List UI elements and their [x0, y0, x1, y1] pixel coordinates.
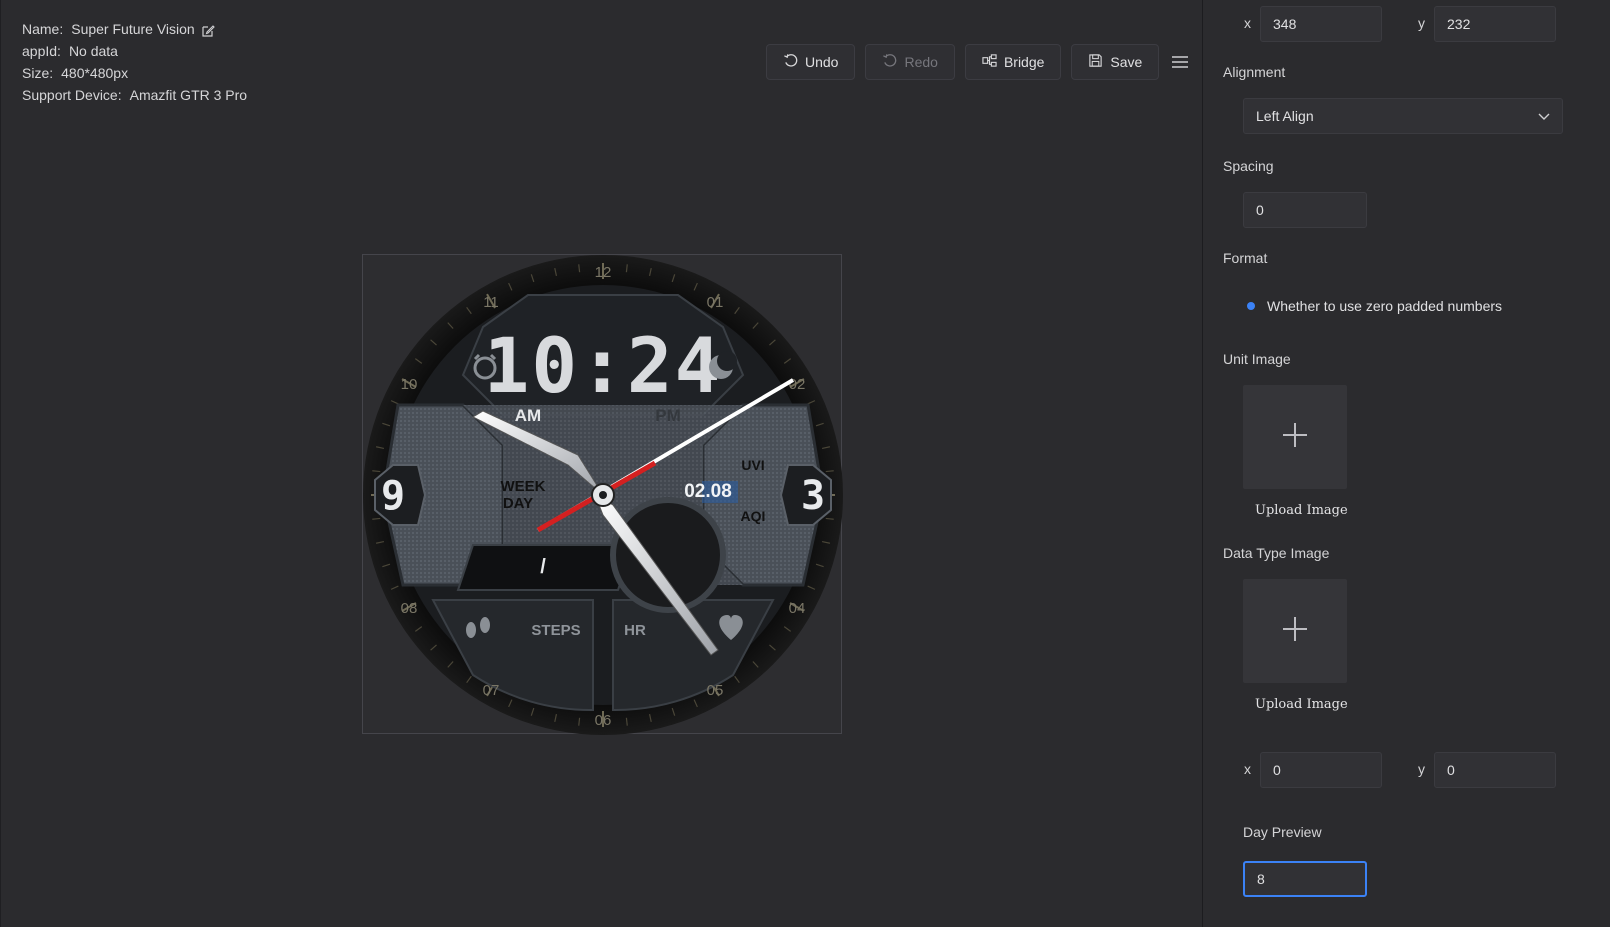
bridge-icon: [982, 53, 997, 71]
device-row: Support Device: Amazfit GTR 3 Pro: [22, 84, 247, 106]
hand-pivot-center: [599, 491, 607, 499]
appid-label: appId:: [22, 43, 61, 59]
bezel-number: 10: [401, 376, 418, 393]
chevron-down-icon: [1538, 108, 1550, 124]
size-row: Size: 480*480px: [22, 62, 247, 84]
unit-image-label: Unit Image: [1223, 351, 1291, 367]
bezel-tick: [578, 264, 581, 273]
plus-icon: [1282, 422, 1308, 453]
editor-main: Name: Super Future Vision appId: No data…: [0, 0, 1202, 927]
digital-time: 10:24: [484, 321, 723, 410]
watchface-canvas[interactable]: 10:24 AM PM WEEK DAY 02.08 UVI AQI / STE…: [362, 254, 843, 735]
x-input[interactable]: 348: [1260, 6, 1382, 42]
bezel-tick: [825, 517, 834, 520]
y-label: y: [1418, 15, 1425, 31]
radio-selected-icon: [1247, 302, 1255, 310]
appid-row: appId: No data: [22, 40, 247, 62]
unit-image-upload[interactable]: [1243, 385, 1347, 489]
device-value: Amazfit GTR 3 Pro: [129, 87, 248, 103]
zero-padded-label: Whether to use zero padded numbers: [1267, 298, 1503, 314]
bezel-number: 08: [401, 600, 418, 617]
project-name: Super Future Vision: [71, 21, 195, 37]
y-input[interactable]: 232: [1434, 6, 1556, 42]
save-icon: [1088, 53, 1103, 71]
bezel-number: 04: [789, 600, 806, 617]
right-numeral: 3: [801, 473, 825, 519]
x2-value: 0: [1273, 762, 1281, 778]
edit-icon[interactable]: [201, 22, 215, 37]
steps-label: STEPS: [531, 622, 580, 639]
redo-icon: [882, 53, 897, 71]
menu-icon[interactable]: [1169, 51, 1191, 73]
redo-label: Redo: [904, 54, 938, 70]
project-info: Name: Super Future Vision appId: No data…: [22, 18, 247, 106]
bezel-number: 07: [483, 682, 500, 699]
format-label: Format: [1223, 250, 1268, 266]
redo-button[interactable]: Redo: [865, 44, 955, 80]
data-type-image-upload[interactable]: [1243, 579, 1347, 683]
size-label: Size:: [22, 65, 54, 81]
day-preview-input[interactable]: 8: [1243, 861, 1367, 897]
x2-label: x: [1244, 761, 1251, 777]
bezel-tick: [372, 517, 381, 520]
spacing-input[interactable]: 0: [1243, 192, 1367, 228]
bezel-tick: [372, 470, 381, 473]
x-value: 348: [1273, 16, 1297, 32]
uvi-label: UVI: [741, 457, 764, 473]
left-numeral: 9: [381, 473, 405, 519]
project-name-row: Name: Super Future Vision: [22, 18, 247, 40]
bezel-number: 05: [707, 682, 724, 699]
zero-padded-option[interactable]: Whether to use zero padded numbers: [1247, 298, 1502, 314]
bezel-number: 12: [595, 264, 612, 281]
data-type-image-label: Data Type Image: [1223, 545, 1330, 561]
alignment-select[interactable]: Left Align: [1243, 98, 1563, 134]
weekday-line2: DAY: [503, 495, 533, 512]
bezel-tick: [625, 717, 628, 726]
undo-button[interactable]: Undo: [766, 44, 856, 80]
appid-value: No data: [68, 43, 118, 59]
save-button[interactable]: Save: [1071, 44, 1160, 80]
plus-icon: [1282, 616, 1308, 647]
bezel-tick: [578, 717, 581, 726]
unit-upload-caption: Upload Image: [1255, 503, 1348, 518]
x2-input[interactable]: 0: [1260, 752, 1382, 788]
size-value: 480*480px: [61, 65, 129, 81]
x-label: x: [1244, 15, 1251, 31]
watchface-preview: 10:24 AM PM WEEK DAY 02.08 UVI AQI / STE…: [363, 255, 843, 735]
name-label: Name:: [22, 21, 64, 37]
weekday-line1: WEEK: [501, 478, 546, 495]
bezel-number: 02: [789, 376, 806, 393]
slash-text: /: [540, 556, 546, 578]
y2-value: 0: [1447, 762, 1455, 778]
bridge-label: Bridge: [1003, 54, 1045, 70]
bezel-number: 01: [707, 294, 724, 311]
bezel-number: 06: [595, 712, 612, 729]
data-type-upload-caption: Upload Image: [1255, 697, 1348, 712]
properties-panel: x 348 y 232 Alignment Left Align Spacing…: [1202, 0, 1610, 927]
bezel-tick: [625, 264, 628, 273]
aqi-label: AQI: [741, 508, 766, 524]
device-label: Support Device:: [22, 87, 122, 103]
y2-input[interactable]: 0: [1434, 752, 1556, 788]
hr-label: HR: [624, 622, 646, 639]
undo-label: Undo: [805, 54, 839, 70]
alignment-label: Alignment: [1223, 64, 1286, 80]
y2-label: y: [1418, 761, 1425, 777]
bridge-button[interactable]: Bridge: [964, 44, 1062, 80]
toolbar: Undo Redo Bridge Save: [766, 44, 1191, 80]
date-value: 02.08: [684, 481, 732, 502]
bezel-tick: [825, 470, 834, 473]
day-preview-value: 8: [1257, 871, 1265, 887]
save-label: Save: [1110, 54, 1143, 70]
alignment-value: Left Align: [1256, 108, 1314, 124]
am-indicator: AM: [515, 406, 541, 425]
y-value: 232: [1447, 16, 1471, 32]
pm-indicator: PM: [655, 406, 681, 425]
spacing-label: Spacing: [1223, 158, 1274, 174]
day-preview-label: Day Preview: [1243, 824, 1322, 840]
bezel-number: 11: [483, 294, 499, 311]
undo-icon: [783, 53, 798, 71]
spacing-value: 0: [1256, 202, 1264, 218]
